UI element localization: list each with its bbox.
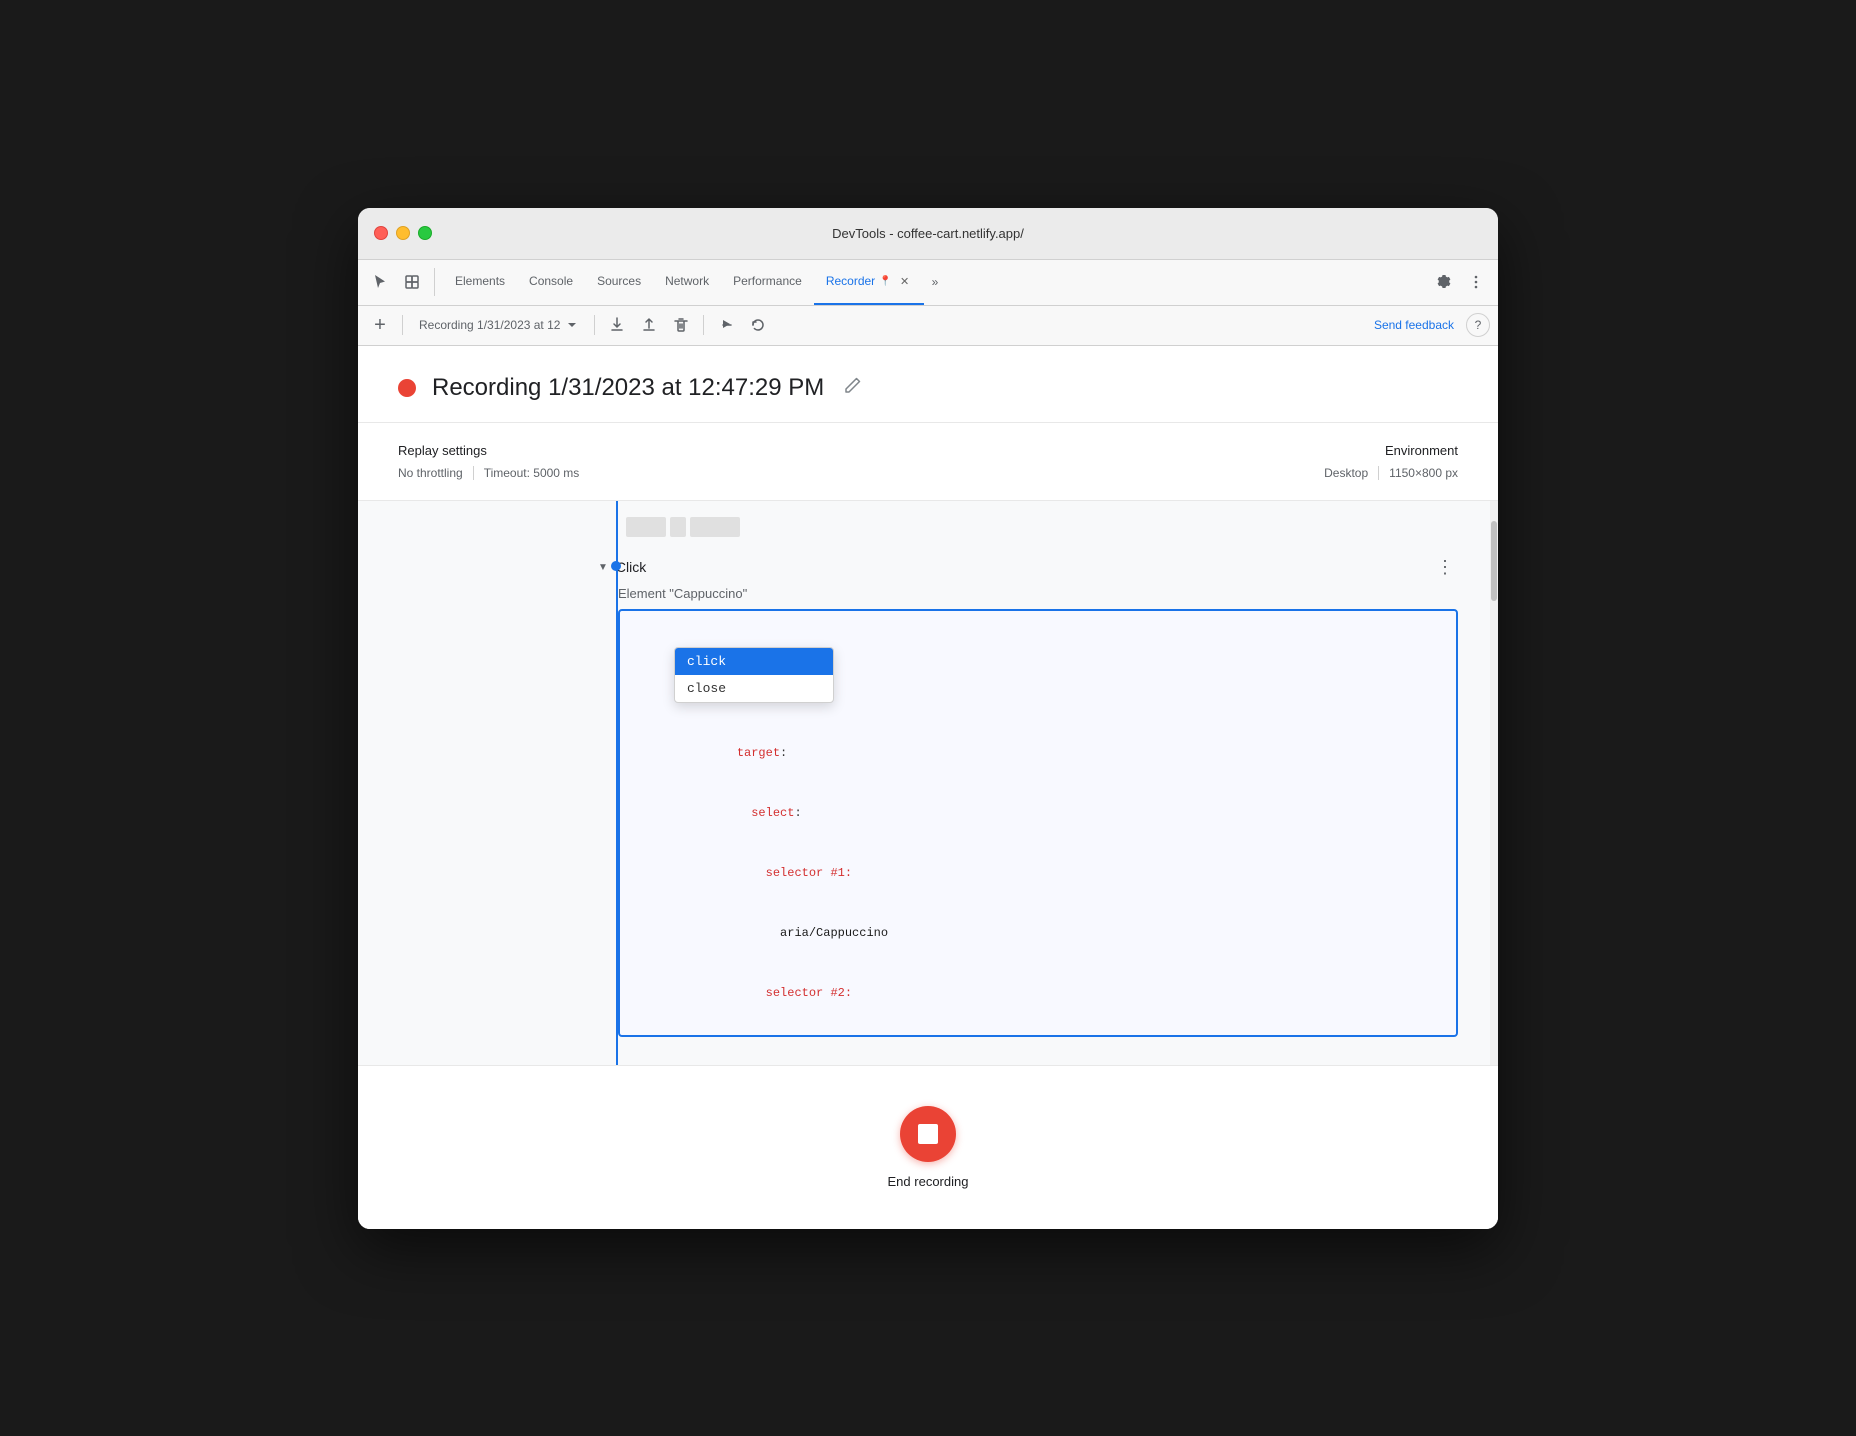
selector1-key: selector #1: bbox=[737, 866, 852, 880]
import-icon bbox=[641, 317, 657, 333]
selector1-value: aria/Cappuccino bbox=[780, 926, 888, 940]
tab-performance[interactable]: Performance bbox=[721, 259, 814, 305]
tab-recorder[interactable]: Recorder 📍 ✕ bbox=[814, 259, 924, 305]
settings-icon-btn[interactable] bbox=[1430, 268, 1458, 296]
environment-right: Environment Desktop 1150×800 px bbox=[1324, 443, 1458, 480]
recording-selector-btn[interactable]: Recording 1/31/2023 at 12 bbox=[411, 314, 586, 336]
step-item-click: ▼ Click ⋮ Element "Cappuccino" type: bbox=[358, 545, 1498, 1053]
devtools-window: DevTools - coffee-cart.netlify.app/ Elem… bbox=[358, 208, 1498, 1229]
autocomplete-item-click[interactable]: click bbox=[675, 648, 833, 675]
recorder-tab-close-icon[interactable]: ✕ bbox=[898, 274, 912, 288]
tab-right-icons bbox=[1430, 268, 1490, 296]
target-key: target bbox=[737, 746, 780, 760]
replay-icon bbox=[718, 317, 734, 333]
toolbar-separator-2 bbox=[594, 315, 595, 335]
thumbnail-row bbox=[358, 513, 1498, 541]
autocomplete-item-close[interactable]: close bbox=[675, 675, 833, 702]
selectors-key: select bbox=[737, 806, 795, 820]
settings-icon bbox=[1436, 274, 1452, 290]
close-button[interactable] bbox=[374, 226, 388, 240]
end-recording-section: End recording bbox=[358, 1065, 1498, 1229]
step-indicator-dot bbox=[611, 561, 621, 571]
replay-settings-bar: Replay settings No throttling Timeout: 5… bbox=[358, 423, 1498, 501]
cursor-icon bbox=[372, 274, 388, 290]
tab-console[interactable]: Console bbox=[517, 259, 585, 305]
selector2-key: selector #2: bbox=[737, 986, 852, 1000]
replay-slow-btn[interactable] bbox=[744, 311, 772, 339]
environment-title: Environment bbox=[1324, 443, 1458, 458]
code-line-selector2: selector #2: bbox=[636, 963, 1440, 1023]
end-recording-btn[interactable] bbox=[900, 1106, 956, 1162]
main-content: Recording 1/31/2023 at 12:47:29 PM Repla… bbox=[358, 346, 1498, 1229]
step-content: ▼ Click ⋮ Element "Cappuccino" type: bbox=[598, 553, 1458, 1045]
settings-values: No throttling Timeout: 5000 ms bbox=[398, 466, 579, 480]
recorder-toolbar: + Recording 1/31/2023 at 12 bbox=[358, 306, 1498, 346]
step-header: ▼ Click ⋮ bbox=[598, 553, 1458, 582]
more-options-icon bbox=[1468, 274, 1484, 290]
recorder-recording-icon: 📍 bbox=[879, 276, 891, 287]
title-bar: DevTools - coffee-cart.netlify.app/ bbox=[358, 208, 1498, 260]
autocomplete-dropdown: click close bbox=[674, 647, 834, 703]
more-tabs-btn[interactable]: » bbox=[924, 275, 947, 289]
edit-title-icon[interactable] bbox=[844, 376, 862, 399]
replay-settings-title: Replay settings bbox=[398, 443, 579, 458]
more-options-icon-btn[interactable] bbox=[1462, 268, 1490, 296]
settings-separator bbox=[473, 466, 474, 480]
end-recording-label: End recording bbox=[888, 1174, 969, 1189]
devtools-tabs-bar: Elements Console Sources Network Perform… bbox=[358, 260, 1498, 306]
replay-settings-left: Replay settings No throttling Timeout: 5… bbox=[398, 443, 579, 480]
timeout-value: Timeout: 5000 ms bbox=[484, 466, 580, 480]
step-more-btn[interactable]: ⋮ bbox=[1432, 553, 1458, 582]
environment-values: Desktop 1150×800 px bbox=[1324, 466, 1458, 480]
devtools-icons-group bbox=[366, 268, 435, 296]
stop-icon bbox=[918, 1124, 938, 1144]
scrollbar-thumb[interactable] bbox=[1491, 521, 1497, 601]
minimize-button[interactable] bbox=[396, 226, 410, 240]
tab-elements[interactable]: Elements bbox=[443, 259, 517, 305]
resolution-value: 1150×800 px bbox=[1389, 466, 1458, 480]
export-icon bbox=[609, 317, 625, 333]
recording-header: Recording 1/31/2023 at 12:47:29 PM bbox=[358, 346, 1498, 423]
desktop-value: Desktop bbox=[1324, 466, 1368, 480]
chevron-down-icon bbox=[566, 319, 578, 331]
tab-sources[interactable]: Sources bbox=[585, 259, 653, 305]
inspect-icon bbox=[404, 274, 420, 290]
tab-network[interactable]: Network bbox=[653, 259, 721, 305]
step-element-label: Element "Cappuccino" bbox=[618, 586, 1458, 601]
step-area: ▼ Click ⋮ Element "Cappuccino" type: bbox=[358, 501, 1498, 1065]
replay-slow-icon bbox=[750, 317, 766, 333]
import-btn[interactable] bbox=[635, 311, 663, 339]
code-line-selectors: select: bbox=[636, 783, 1440, 843]
recording-title: Recording 1/31/2023 at 12:47:29 PM bbox=[432, 374, 824, 402]
inspect-icon-btn[interactable] bbox=[398, 268, 426, 296]
delete-icon bbox=[673, 317, 689, 333]
traffic-lights bbox=[374, 226, 432, 240]
delete-btn[interactable] bbox=[667, 311, 695, 339]
cursor-icon-btn[interactable] bbox=[366, 268, 394, 296]
toolbar-separator-1 bbox=[402, 315, 403, 335]
recording-status-dot bbox=[398, 379, 416, 397]
send-feedback-btn[interactable]: Send feedback bbox=[1366, 314, 1462, 336]
env-settings-separator bbox=[1378, 466, 1379, 480]
window-title: DevTools - coffee-cart.netlify.app/ bbox=[832, 226, 1024, 241]
code-line-target: target: bbox=[636, 723, 1440, 783]
code-line-selector1-value: aria/Cappuccino bbox=[636, 903, 1440, 963]
new-recording-btn[interactable]: + bbox=[366, 311, 394, 339]
toolbar-separator-3 bbox=[703, 315, 704, 335]
scrollbar-track bbox=[1490, 501, 1498, 1065]
export-btn[interactable] bbox=[603, 311, 631, 339]
code-line-selector1: selector #1: bbox=[636, 843, 1440, 903]
step-expand-icon[interactable]: ▼ bbox=[598, 562, 608, 573]
maximize-button[interactable] bbox=[418, 226, 432, 240]
throttling-value: No throttling bbox=[398, 466, 463, 480]
replay-btn[interactable] bbox=[712, 311, 740, 339]
code-editor: type: target: select: selector #1: bbox=[618, 609, 1458, 1037]
help-btn[interactable]: ? bbox=[1466, 313, 1490, 337]
recording-selector-value: Recording 1/31/2023 at 12 bbox=[419, 318, 560, 332]
